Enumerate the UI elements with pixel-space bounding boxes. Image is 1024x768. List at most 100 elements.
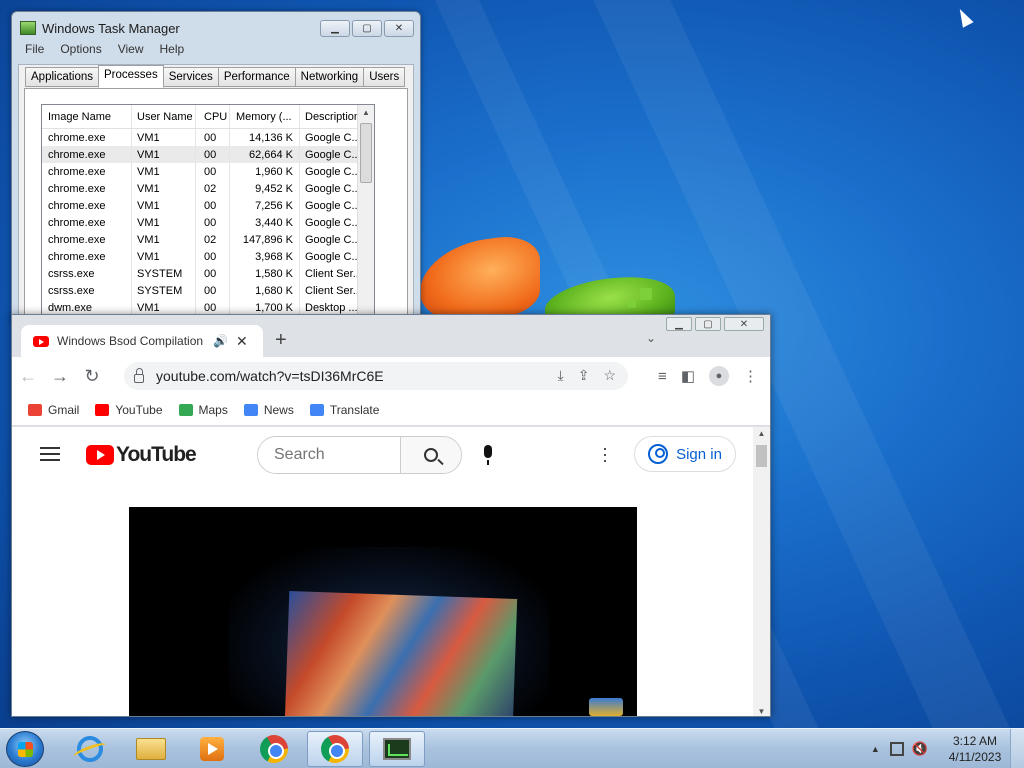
bookmark-star-icon[interactable]: ☆: [603, 367, 616, 384]
menu-options[interactable]: Options: [60, 42, 101, 62]
minimize-button[interactable]: ▁: [666, 317, 692, 331]
process-row[interactable]: chrome.exe VM1 00 7,256 K Google C...: [42, 197, 374, 214]
bookmark-label: News: [263, 403, 294, 417]
network-icon[interactable]: [889, 742, 904, 756]
profile-avatar-icon[interactable]: ●: [709, 366, 729, 386]
address-bar[interactable]: youtube.com/watch?v=tsDI36MrC6E ⤓ ⇪ ☆: [124, 362, 628, 390]
process-row[interactable]: chrome.exe VM1 00 62,664 K Google C...: [42, 146, 374, 163]
taskbar-file-explorer[interactable]: [123, 731, 179, 767]
youtube-logo[interactable]: YouTube: [86, 443, 197, 467]
process-row[interactable]: chrome.exe VM1 02 147,896 K Google C...: [42, 231, 374, 248]
page-scrollbar[interactable]: ▲ ▼: [753, 427, 770, 716]
menu-file[interactable]: File: [25, 42, 44, 62]
taskbar-internet-explorer[interactable]: [62, 731, 118, 767]
youtube-header: YouTube ··· Sign in: [12, 427, 752, 483]
install-app-icon[interactable]: ⤓: [558, 367, 564, 384]
share-icon[interactable]: ⇪: [578, 367, 590, 384]
menu-view[interactable]: View: [118, 42, 144, 62]
scroll-up-icon[interactable]: ▲: [753, 429, 770, 438]
tab-performance[interactable]: Performance: [217, 67, 296, 87]
process-cpu: 00: [196, 129, 230, 146]
close-button[interactable]: ✕: [384, 20, 414, 37]
process-row[interactable]: chrome.exe VM1 02 9,452 K Google C...: [42, 180, 374, 197]
bookmark-label: YouTube: [115, 403, 163, 417]
taskbar-media-player[interactable]: [184, 731, 240, 767]
chrome-window[interactable]: ▁ ▢ ✕ Windows Bsod Compilation 🔊 ✕ + ⌄ ←…: [11, 314, 771, 717]
process-user-name: VM1: [132, 163, 196, 180]
reload-button[interactable]: ↻: [76, 366, 108, 387]
taskbar-task-manager[interactable]: [369, 731, 425, 767]
new-tab-button[interactable]: +: [275, 329, 287, 352]
media-control-icon[interactable]: ≡: [658, 368, 667, 385]
audio-playing-icon[interactable]: 🔊: [213, 334, 228, 348]
minimize-button[interactable]: ▁: [320, 20, 350, 37]
lock-icon[interactable]: [134, 367, 144, 383]
scrollbar-thumb[interactable]: [756, 445, 767, 467]
process-memory: 1,680 K: [230, 282, 300, 299]
tab-applications[interactable]: Applications: [25, 67, 100, 87]
more-options-icon[interactable]: · · ·: [602, 439, 608, 469]
bookmark-youtube[interactable]: YouTube: [95, 403, 163, 417]
tab-users[interactable]: Users: [363, 67, 406, 87]
back-button[interactable]: ←: [12, 366, 44, 387]
search-input[interactable]: [258, 437, 400, 473]
process-image-name: chrome.exe: [42, 231, 132, 248]
taskbar-chrome-active[interactable]: [307, 731, 363, 767]
forward-button[interactable]: →: [44, 366, 76, 387]
search-button[interactable]: [400, 437, 461, 473]
process-row[interactable]: chrome.exe VM1 00 3,968 K Google C...: [42, 248, 374, 265]
start-button[interactable]: [6, 731, 44, 767]
tab-services[interactable]: Services: [162, 67, 219, 87]
scroll-down-icon[interactable]: ▼: [753, 707, 770, 716]
tab-processes[interactable]: Processes: [98, 65, 164, 88]
clock[interactable]: 3:12 AM 4/11/2023: [940, 733, 1010, 765]
process-list-header: Image Name User Name CPU Memory (... Des…: [42, 105, 374, 129]
browser-tab[interactable]: Windows Bsod Compilation 🔊 ✕: [21, 325, 263, 357]
maximize-button[interactable]: ▢: [352, 20, 382, 37]
bookmark-gmail[interactable]: Gmail: [28, 403, 79, 417]
tab-search-chevron-icon[interactable]: ⌄: [646, 331, 656, 345]
sign-in-button[interactable]: Sign in: [634, 436, 736, 472]
process-cpu: 00: [196, 265, 230, 282]
task-manager-window[interactable]: Windows Task Manager ▁ ▢ ✕ File Options …: [11, 11, 421, 321]
video-player[interactable]: [129, 507, 637, 716]
process-image-name: csrss.exe: [42, 265, 132, 282]
volume-muted-icon[interactable]: 🔇: [912, 741, 928, 757]
column-image-name[interactable]: Image Name: [42, 105, 132, 128]
menu-help[interactable]: Help: [160, 42, 185, 62]
process-list[interactable]: Image Name User Name CPU Memory (... Des…: [41, 104, 375, 320]
process-row[interactable]: csrss.exe SYSTEM 00 1,580 K Client Ser...: [42, 265, 374, 282]
process-row[interactable]: chrome.exe VM1 00 14,136 K Google C...: [42, 129, 374, 146]
tab-close-icon[interactable]: ✕: [236, 333, 248, 350]
show-desktop-button[interactable]: [1010, 729, 1024, 768]
processes-panel: Image Name User Name CPU Memory (... Des…: [24, 88, 408, 320]
scroll-up-icon[interactable]: ▲: [358, 105, 374, 121]
process-list-scrollbar[interactable]: ▲: [357, 105, 374, 320]
show-hidden-icons-icon[interactable]: ▲: [871, 744, 880, 754]
close-button[interactable]: ✕: [724, 317, 764, 331]
taskbar-chrome-pinned[interactable]: [246, 731, 302, 767]
microphone-icon[interactable]: [484, 445, 492, 465]
bookmark-news[interactable]: News: [243, 403, 294, 417]
chrome-icon: [260, 735, 288, 763]
side-panel-icon[interactable]: ◧: [681, 367, 695, 385]
maximize-button[interactable]: ▢: [695, 317, 721, 331]
process-memory: 1,580 K: [230, 265, 300, 282]
bookmark-maps[interactable]: Maps: [178, 403, 228, 417]
chrome-menu-icon[interactable]: ⋮: [743, 367, 758, 385]
scrollbar-thumb[interactable]: [360, 123, 372, 183]
process-row[interactable]: csrss.exe SYSTEM 00 1,680 K Client Ser...: [42, 282, 374, 299]
sign-in-label: Sign in: [676, 445, 722, 463]
process-row[interactable]: chrome.exe VM1 00 1,960 K Google C...: [42, 163, 374, 180]
process-memory: 9,452 K: [230, 180, 300, 197]
process-row[interactable]: chrome.exe VM1 00 3,440 K Google C...: [42, 214, 374, 231]
hamburger-menu-icon[interactable]: [40, 447, 60, 461]
column-user-name[interactable]: User Name: [132, 105, 196, 128]
column-memory[interactable]: Memory (...: [230, 105, 300, 128]
youtube-logo-text: YouTube: [116, 443, 197, 466]
bookmark-translate[interactable]: Translate: [309, 403, 379, 417]
process-user-name: SYSTEM: [132, 265, 196, 282]
column-cpu[interactable]: CPU: [196, 105, 230, 128]
tab-networking[interactable]: Networking: [294, 67, 365, 87]
translate-icon: [309, 404, 324, 416]
